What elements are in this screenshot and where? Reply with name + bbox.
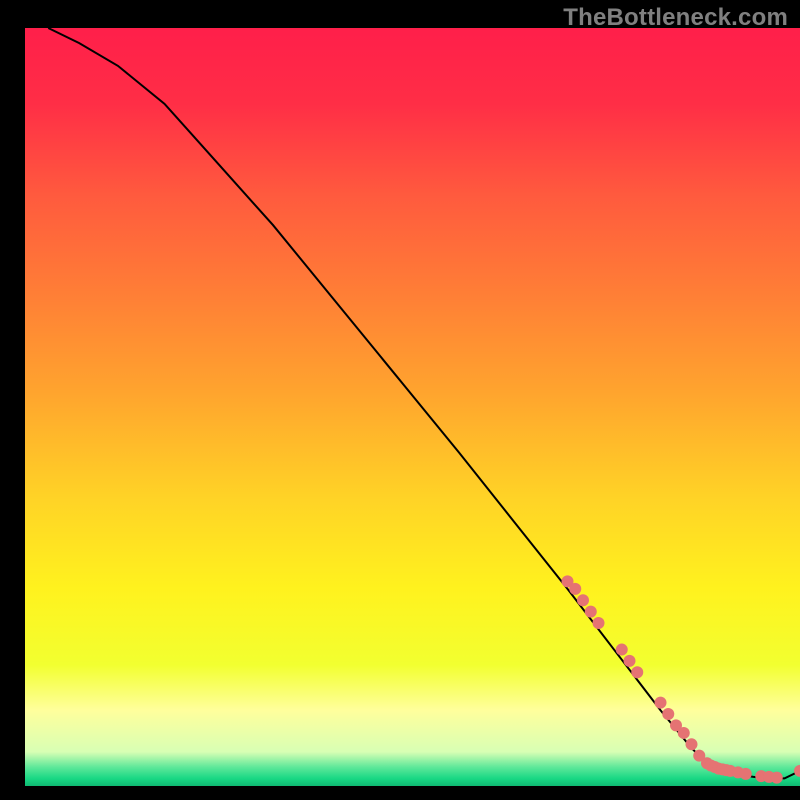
highlight-point	[585, 606, 597, 618]
highlight-point	[655, 697, 667, 709]
highlight-point	[624, 655, 636, 667]
chart-svg	[0, 0, 800, 800]
highlight-point	[662, 708, 674, 720]
highlight-point	[569, 583, 581, 595]
highlight-point	[577, 594, 589, 606]
chart-stage: TheBottleneck.com	[0, 0, 800, 800]
watermark-text: TheBottleneck.com	[563, 4, 788, 32]
highlight-point	[616, 644, 628, 656]
highlight-point	[678, 727, 690, 739]
highlight-point	[771, 772, 783, 784]
highlight-point	[686, 738, 698, 750]
plot-background	[25, 28, 800, 786]
highlight-point	[631, 666, 643, 678]
highlight-point	[740, 768, 752, 780]
highlight-point	[593, 617, 605, 629]
